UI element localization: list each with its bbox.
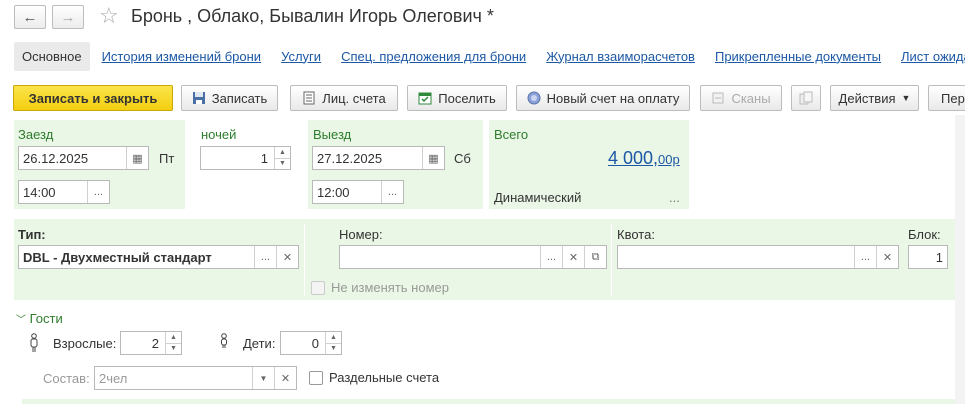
pricing-mode: Динамический	[494, 190, 582, 205]
divider	[611, 224, 612, 296]
tab-waitlist[interactable]: Лист ожидан	[901, 49, 965, 64]
adults-stepper[interactable]: ▲ ▼	[165, 332, 181, 354]
check-in-button[interactable]: Поселить	[407, 85, 507, 111]
calendar-icon[interactable]: ▦	[126, 147, 148, 169]
coin-icon	[527, 91, 541, 105]
keep-number-checkbox[interactable]	[311, 281, 325, 295]
adults-field[interactable]: 2 ▲ ▼	[120, 331, 182, 355]
copy-button[interactable]	[791, 85, 821, 111]
tab-special-offers[interactable]: Спец. предложения для брони	[341, 49, 526, 64]
clear-icon[interactable]: ✕	[276, 246, 298, 268]
ellipsis-icon[interactable]: ...	[381, 181, 403, 203]
page-title: Бронь , Облако, Бывалин Игорь Олегович *	[131, 6, 494, 26]
room-number-field[interactable]: ... ✕ ⧉	[339, 245, 607, 269]
ellipsis-icon[interactable]: ...	[540, 246, 562, 268]
ellipsis-icon[interactable]: ...	[254, 246, 276, 268]
nights-label: ночей	[201, 127, 237, 142]
document-list-icon	[302, 91, 316, 105]
ellipsis-icon[interactable]: ...	[87, 181, 109, 203]
tab-main[interactable]: Основное	[14, 41, 90, 71]
clear-icon[interactable]: ✕	[562, 246, 584, 268]
quota-field[interactable]: ... ✕	[617, 245, 899, 269]
actions-menu-button[interactable]: Действия ▼	[830, 85, 919, 111]
total-amount-link[interactable]: 4 000,00р	[608, 148, 680, 169]
save-button[interactable]: Записать	[181, 85, 278, 111]
composition-field[interactable]: 2чел ▼ ✕	[94, 366, 297, 390]
room-type-field[interactable]: DBL - Двухместный стандарт ... ✕	[18, 245, 299, 269]
ellipsis-icon[interactable]: ...	[854, 246, 876, 268]
checkin-label: Заезд	[18, 127, 54, 142]
floppy-icon	[192, 91, 206, 105]
tab-history[interactable]: История изменений брони	[102, 49, 262, 64]
scans-button[interactable]: Сканы	[700, 85, 782, 111]
children-field[interactable]: 0 ▲ ▼	[280, 331, 342, 355]
separate-accounts-checkbox[interactable]	[309, 371, 323, 385]
composition-label: Состав:	[43, 371, 90, 386]
room-number-label: Номер:	[339, 227, 383, 242]
child-icon	[219, 333, 229, 352]
separate-accounts-label: Раздельные счета	[329, 370, 440, 385]
forward-button[interactable]: →	[52, 5, 84, 29]
save-and-close-button[interactable]: Записать и закрыть	[13, 85, 173, 111]
adults-label: Взрослые:	[53, 336, 117, 351]
tab-attached-docs[interactable]: Прикрепленные документы	[715, 49, 881, 64]
room-type-label: Тип:	[18, 227, 46, 242]
adult-icon	[29, 333, 39, 356]
checkout-time-field[interactable]: 12:00 ...	[312, 180, 404, 204]
checkout-date-field[interactable]: 27.12.2025 ▦	[312, 146, 445, 170]
checkout-label: Выезд	[313, 127, 352, 142]
more-button[interactable]: Пер	[928, 85, 965, 111]
guests-section-toggle[interactable]: ﹀ Гости	[16, 311, 63, 326]
dropdown-arrow-icon[interactable]: ▼	[252, 367, 274, 389]
favorite-star-icon[interactable]: ☆	[99, 4, 119, 28]
arrow-right-icon: →	[60, 8, 76, 26]
children-label: Дети:	[243, 336, 276, 351]
checkin-weekday: Пт	[159, 151, 175, 166]
calendar-icon[interactable]: ▦	[422, 147, 444, 169]
tab-bar: Основное История изменений брони Услуги …	[14, 40, 965, 72]
new-invoice-button[interactable]: Новый счет на оплату	[516, 85, 690, 111]
block-label: Блок:	[908, 227, 941, 242]
vertical-scrollbar[interactable]	[955, 115, 965, 404]
quota-label: Квота:	[617, 227, 655, 242]
back-button[interactable]: ←	[14, 5, 46, 29]
checkin-date-field[interactable]: 26.12.2025 ▦	[18, 146, 149, 170]
checkout-weekday: Сб	[454, 151, 471, 166]
chevron-down-icon: ﹀	[16, 315, 26, 326]
clear-icon[interactable]: ✕	[876, 246, 898, 268]
scanner-icon	[711, 91, 725, 105]
arrow-left-icon: ←	[22, 8, 38, 26]
checkin-time-field[interactable]: 14:00 ...	[18, 180, 110, 204]
block-field[interactable]: 1	[908, 245, 948, 269]
divider	[304, 224, 305, 296]
tab-settlements[interactable]: Журнал взаиморасчетов	[546, 49, 695, 64]
clear-icon[interactable]: ✕	[274, 367, 296, 389]
open-icon[interactable]: ⧉	[584, 246, 606, 268]
total-label: Всего	[494, 127, 529, 142]
calendar-check-icon	[418, 91, 432, 105]
next-panel-edge	[22, 399, 955, 404]
nights-stepper[interactable]: ▲ ▼	[274, 147, 290, 169]
personal-accounts-button[interactable]: Лиц. счета	[290, 85, 398, 111]
children-stepper[interactable]: ▲ ▼	[325, 332, 341, 354]
tab-services[interactable]: Услуги	[281, 49, 321, 64]
copy-icon	[799, 91, 813, 105]
dropdown-arrow-icon: ▼	[901, 93, 911, 103]
pricing-more-button[interactable]: ...	[669, 190, 680, 205]
keep-number-label: Не изменять номер	[331, 280, 449, 295]
nights-field[interactable]: 1 ▲ ▼	[200, 146, 291, 170]
